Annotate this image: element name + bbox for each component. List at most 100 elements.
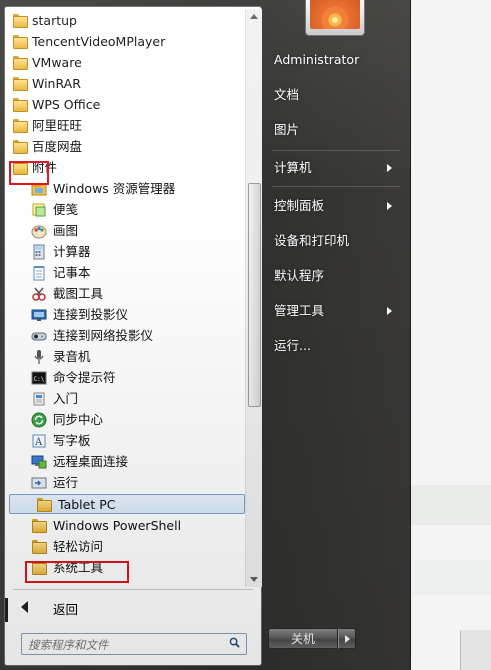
- right-item-label: 文档: [274, 87, 300, 102]
- accessory-label: 远程桌面连接: [53, 454, 129, 469]
- accessory-label: 命令提示符: [53, 370, 116, 385]
- program-label: TencentVideoMPlayer: [32, 34, 166, 49]
- wordpad-icon: A: [31, 433, 47, 449]
- right-item-control-panel[interactable]: 控制面板: [274, 196, 404, 216]
- network-projector-icon: [31, 328, 47, 344]
- annotation-box-accessories: [9, 161, 49, 185]
- accessory-label: 计算器: [53, 244, 91, 259]
- projector-icon: [31, 307, 47, 323]
- accessory-label: 连接到投影仪: [53, 307, 129, 322]
- folder-icon: [12, 76, 28, 92]
- background-button: [460, 630, 491, 670]
- paint-icon: [31, 223, 47, 239]
- program-label: 阿里旺旺: [32, 118, 83, 133]
- chevron-right-icon: [387, 164, 392, 172]
- right-item-label: 控制面板: [274, 198, 325, 213]
- program-label: Tablet PC: [58, 497, 116, 512]
- chevron-right-icon: [387, 202, 392, 210]
- accessory-label: 录音机: [53, 349, 91, 364]
- program-label: Windows PowerShell: [53, 518, 182, 533]
- accessory-label: 入门: [53, 391, 79, 406]
- right-item-label: Administrator: [274, 52, 360, 67]
- folder-icon: [12, 55, 28, 71]
- folder-icon: [12, 97, 28, 113]
- snipping-tool-icon: [31, 286, 47, 302]
- right-item-computer[interactable]: 计算机: [274, 158, 404, 178]
- folder-icon: [31, 539, 47, 555]
- all-programs-list: startup TencentVideoMPlayer VMware WinRA…: [5, 9, 245, 587]
- accessory-label: 画图: [53, 223, 79, 238]
- right-separator: [272, 150, 400, 151]
- svg-text:C:\: C:\: [34, 376, 45, 383]
- right-item-pictures[interactable]: 图片: [274, 120, 404, 140]
- right-item-documents[interactable]: 文档: [274, 85, 404, 105]
- folder-icon: [12, 34, 28, 50]
- user-avatar: [310, 0, 360, 29]
- right-item-label: 计算机: [274, 160, 312, 175]
- sound-recorder-icon: [31, 349, 47, 365]
- back-arrow-icon: [21, 601, 28, 613]
- shutdown-button[interactable]: 关机: [268, 628, 338, 649]
- folder-icon: [12, 139, 28, 155]
- accessory-label: 同步中心: [53, 412, 104, 427]
- search-input[interactable]: [26, 635, 220, 655]
- program-label: WinRAR: [32, 76, 81, 91]
- folder-icon: [12, 13, 28, 29]
- program-label: startup: [32, 13, 77, 28]
- calculator-icon: [31, 244, 47, 260]
- divider: [13, 589, 253, 590]
- program-label: 轻松访问: [53, 539, 104, 554]
- scroll-down-icon[interactable]: [250, 577, 258, 582]
- user-picture-frame[interactable]: [305, 0, 365, 36]
- search-icon[interactable]: [229, 637, 240, 648]
- right-item-label: 设备和打印机: [274, 233, 350, 248]
- chevron-right-icon: [387, 307, 392, 315]
- right-item-label: 默认程序: [274, 268, 325, 283]
- right-item-default-programs[interactable]: 默认程序: [274, 266, 404, 286]
- folder-icon: [12, 118, 28, 134]
- scroll-up-icon[interactable]: [250, 14, 258, 19]
- run-icon: [31, 475, 47, 491]
- getting-started-icon: [31, 391, 47, 407]
- right-item-run[interactable]: 运行...: [274, 336, 404, 356]
- accessory-label: 写字板: [53, 433, 91, 448]
- background-band: [400, 560, 491, 595]
- folder-icon: [31, 518, 47, 534]
- accessory-label: 运行: [53, 475, 79, 490]
- folder-icon: [36, 497, 52, 513]
- right-item-administrator[interactable]: Administrator: [274, 50, 404, 70]
- accessory-label: Windows 资源管理器: [53, 181, 176, 196]
- program-label: 百度网盘: [32, 139, 83, 154]
- right-item-label: 运行...: [274, 338, 311, 353]
- programs-panel: startup TencentVideoMPlayer VMware WinRA…: [4, 6, 262, 666]
- background-band: [400, 485, 491, 525]
- back-label: 返回: [53, 602, 79, 617]
- scrollbar-thumb[interactable]: [248, 183, 261, 407]
- notepad-icon: [31, 265, 47, 281]
- program-label: VMware: [32, 55, 82, 70]
- search-box[interactable]: [21, 633, 247, 655]
- sticky-notes-icon: [31, 202, 47, 218]
- accessory-label: 便笺: [53, 202, 79, 217]
- accessory-label: 截图工具: [53, 286, 104, 301]
- right-separator: [272, 186, 400, 187]
- back-button[interactable]: 返回: [5, 595, 261, 619]
- right-item-devices-printers[interactable]: 设备和打印机: [274, 231, 404, 251]
- panel-edge-mark: [5, 598, 8, 622]
- annotation-box-system-tools: [25, 561, 129, 583]
- right-item-label: 图片: [274, 122, 300, 137]
- accessory-label: 连接到网络投影仪: [53, 328, 154, 343]
- accessory-label: 记事本: [53, 265, 91, 280]
- program-folder-tablet-pc[interactable]: Tablet PC: [9, 494, 245, 514]
- program-label: WPS Office: [32, 97, 101, 112]
- command-prompt-icon: C:\: [31, 370, 47, 386]
- programs-scrollbar[interactable]: [245, 9, 262, 587]
- right-item-admin-tools[interactable]: 管理工具: [274, 301, 404, 321]
- remote-desktop-icon: [31, 454, 47, 470]
- start-menu: startup TencentVideoMPlayer VMware WinRA…: [0, 0, 411, 670]
- shutdown-options-button[interactable]: [338, 628, 356, 649]
- right-item-label: 管理工具: [274, 303, 325, 318]
- sync-center-icon: [31, 412, 47, 428]
- background-window: [400, 0, 491, 670]
- svg-text:A: A: [34, 437, 43, 448]
